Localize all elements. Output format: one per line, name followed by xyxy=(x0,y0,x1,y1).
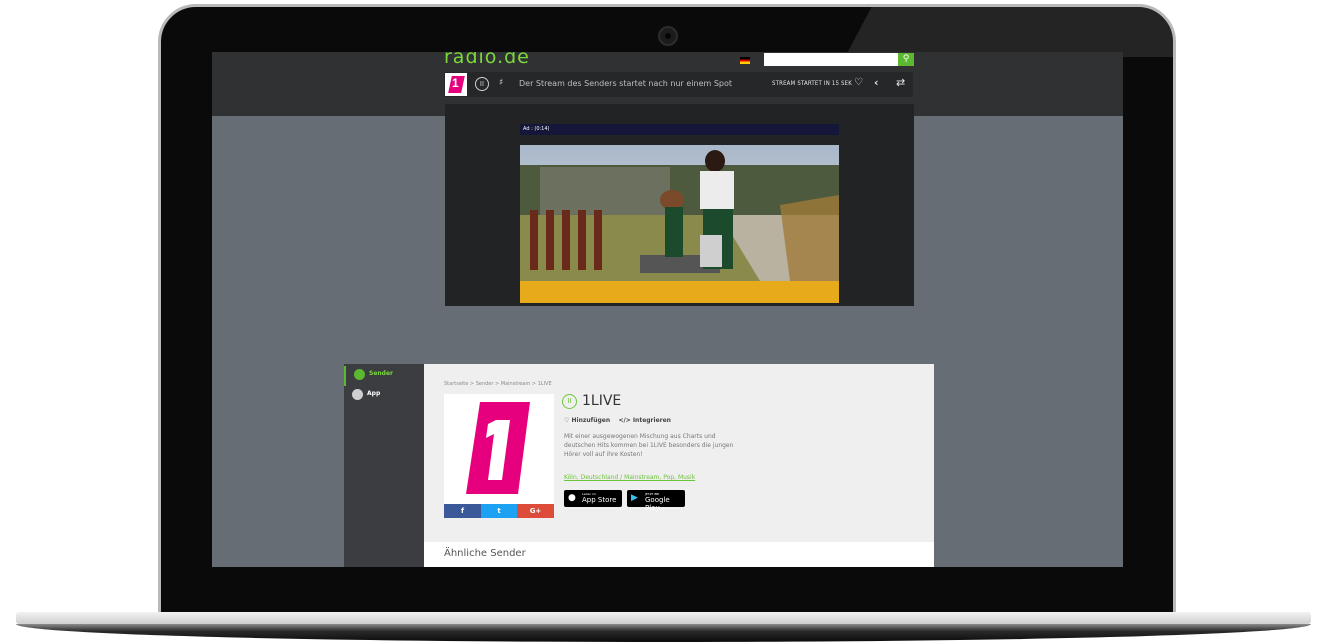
station-thumb[interactable]: 1 xyxy=(445,73,467,96)
twitter-share-button[interactable]: t xyxy=(481,504,517,518)
station-description: Mit einer ausgewogenen Mischung aus Char… xyxy=(564,433,734,458)
player-bar: 1 II ♯ Der Stream des Senders startet na… xyxy=(444,72,913,97)
sidebar-item-label: Sender xyxy=(369,370,393,377)
similar-stations-title: Ähnliche Sender xyxy=(444,548,526,559)
pause-icon[interactable]: II xyxy=(475,77,489,91)
bezel-reflection xyxy=(845,7,1173,57)
shuffle-icon[interactable]: ⇄ xyxy=(896,76,905,89)
sidebar-item-sender[interactable]: Sender xyxy=(344,366,424,386)
volume-icon[interactable]: ♯ xyxy=(499,78,503,88)
ad-timer: Ad : (0:14) xyxy=(520,124,839,135)
heart-icon[interactable]: ♡ xyxy=(564,417,569,424)
social-share-bar: f t G+ xyxy=(444,504,554,518)
radio-tower-icon xyxy=(354,369,365,380)
station-panel: Startseite > Sender > Mainstream > 1LIVE… xyxy=(424,364,934,567)
stream-countdown: STREAM STARTET IN 15 SEK xyxy=(772,80,853,87)
breadcrumb[interactable]: Startseite > Sender > Mainstream > 1LIVE xyxy=(444,381,552,387)
facebook-share-button[interactable]: f xyxy=(444,504,481,518)
language-flag-icon[interactable] xyxy=(740,57,750,64)
laptop-base xyxy=(16,612,1311,624)
screen: radio.de ⚲ 1 II ♯ Der Stream des Senders… xyxy=(212,52,1123,567)
station-play-button[interactable]: II xyxy=(562,394,577,409)
video-ad-container: Ad : (0:14) xyxy=(445,104,914,306)
station-logo xyxy=(444,394,554,504)
google-play-badge[interactable]: ▶ JETZT BEI Google Play xyxy=(627,490,685,512)
googleplus-share-button[interactable]: G+ xyxy=(517,504,554,518)
similar-stations-section: Ähnliche Sender xyxy=(424,542,934,567)
share-icon[interactable]: ‹ xyxy=(874,76,879,89)
heart-icon[interactable]: ♡ xyxy=(854,77,863,88)
add-favorite-button[interactable]: Hinzufügen xyxy=(571,417,610,424)
play-icon: ▶ xyxy=(631,493,638,503)
station-thumb-label: 1 xyxy=(452,76,459,90)
site-logo[interactable]: radio.de xyxy=(444,52,530,68)
phone-icon xyxy=(352,389,363,400)
webcam xyxy=(658,26,678,46)
apple-icon: ● xyxy=(568,493,576,503)
embed-button[interactable]: </> Integrieren xyxy=(618,417,670,424)
station-actions: ♡ Hinzufügen </> Integrieren xyxy=(564,417,671,424)
search-icon[interactable]: ⚲ xyxy=(898,53,914,66)
side-navigation: Sender App xyxy=(344,364,424,567)
app-store-badge[interactable]: ● Laden im App Store xyxy=(564,490,622,507)
sidebar-item-label: App xyxy=(367,390,381,397)
station-logo-graphic xyxy=(466,402,530,494)
ad-footer-bar xyxy=(520,281,839,303)
video-frame xyxy=(520,145,839,281)
station-name: 1LIVE xyxy=(582,393,622,409)
station-tags[interactable]: Köln, Deutschland / Mainstream, Pop, Mus… xyxy=(564,474,695,481)
laptop-base-shadow xyxy=(16,624,1311,642)
sidebar-item-app[interactable]: App xyxy=(344,386,424,406)
player-message: Der Stream des Senders startet nach nur … xyxy=(519,79,733,88)
video-ad[interactable] xyxy=(520,145,839,281)
google-play-label: Google Play xyxy=(645,496,670,512)
app-store-label: App Store xyxy=(582,496,617,504)
search-input[interactable] xyxy=(764,53,898,66)
